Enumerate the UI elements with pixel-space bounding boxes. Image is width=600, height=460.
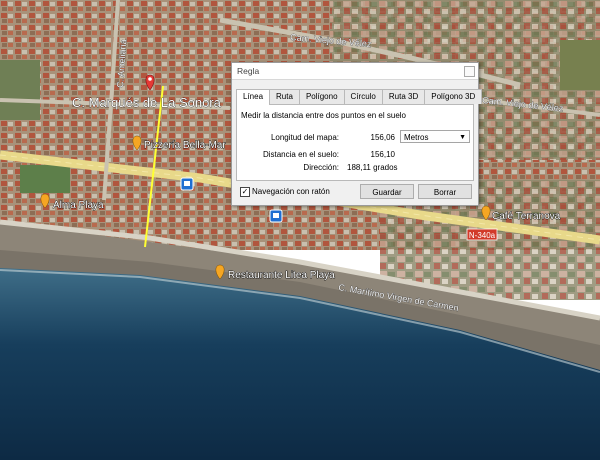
mouse-nav-label[interactable]: Navegación con ratón (252, 187, 330, 196)
ground-distance-value: 156,10 (370, 150, 395, 159)
unit-select[interactable]: Metros ▼ (400, 130, 470, 143)
tab-bar: Línea Ruta Polígono Círculo Ruta 3D Polí… (236, 89, 483, 105)
tab-ruta[interactable]: Ruta (269, 89, 300, 104)
map-length-value: 156,06 (370, 133, 395, 142)
road-badge: N-340a (466, 228, 498, 241)
green-area-east (560, 40, 600, 90)
chevron-down-icon: ▼ (459, 134, 466, 141)
ground-distance-label: Distancia en el suelo: (262, 150, 339, 159)
heading-value: 188,11 grados (347, 163, 398, 172)
unit-select-value: Metros (404, 133, 429, 142)
poi-label[interactable]: Alma Playa (53, 200, 105, 212)
road-badge-label: N-340a (469, 231, 496, 240)
poi-label[interactable]: Café Terranova (492, 211, 561, 223)
dialog-titlebar[interactable]: Regla (232, 63, 478, 80)
poi-label[interactable]: Pizzería Bella-Mar (144, 140, 227, 152)
sports-field (20, 165, 70, 193)
bus-stop-icon[interactable] (180, 177, 194, 191)
clear-button[interactable]: Borrar (418, 184, 472, 199)
green-area (0, 60, 40, 120)
tab-circulo[interactable]: Círculo (343, 89, 383, 104)
bus-stop-icon[interactable] (269, 209, 283, 223)
tab-ruta-3d[interactable]: Ruta 3D (381, 89, 426, 104)
tab-poligono-3d[interactable]: Polígono 3D (424, 89, 483, 104)
heading-label: Dirección: (303, 163, 339, 172)
line-panel: Medir la distancia entre dos puntos en e… (236, 104, 474, 181)
dialog-title: Regla (237, 66, 260, 76)
mouse-nav-checkbox[interactable]: ✓ (240, 187, 250, 197)
close-icon[interactable] (464, 66, 475, 77)
tab-linea[interactable]: Línea (236, 89, 271, 105)
save-button[interactable]: Guardar (360, 184, 414, 199)
tab-poligono[interactable]: Polígono (298, 89, 345, 104)
dialog-footer: ✓ Navegación con ratón Guardar Borrar (232, 182, 478, 204)
panel-description: Medir la distancia entre dos puntos en e… (241, 111, 406, 120)
poi-label[interactable]: Restaurante Litea Playa (228, 270, 336, 282)
map-length-label: Longitud del mapa: (270, 133, 339, 142)
street-label-marques: C. Marqués de La Sonora (72, 95, 222, 110)
ruler-dialog: Regla Línea Ruta Polígono Círculo Ruta 3… (231, 62, 483, 206)
